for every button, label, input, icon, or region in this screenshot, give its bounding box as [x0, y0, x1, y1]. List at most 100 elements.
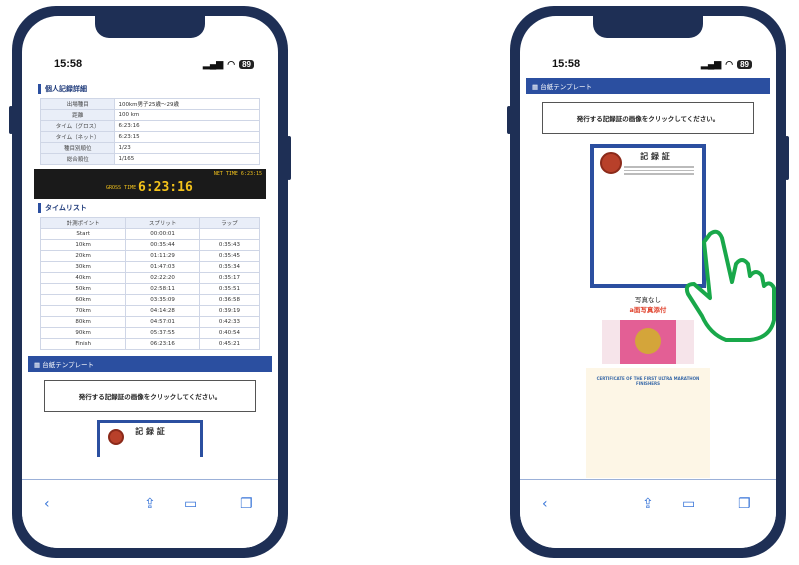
lap-row: 20km 01:11:29 0:35:45 [39, 250, 261, 262]
lap-cell: 0:39:19 [198, 305, 261, 317]
phone-right: 15:58 ▂▄▆ ◠ 89 ▦ 台紙テンプレート 発行する記録証の画像をクリッ… [507, 6, 789, 558]
screen-left: 15:58 ▂▄▆ ◠ 89 個人記録詳細 出場種目 100km男子25歳〜29歳… [22, 16, 278, 548]
net-time: NET TIME 6:23:15 [213, 171, 262, 177]
lap-cell: 90km [39, 327, 127, 339]
certificate-option-finishers[interactable]: CERTIFICATE OF THE FIRST ULTRA MARATHON … [586, 368, 710, 478]
detail-key: タイム（グロス） [39, 120, 116, 132]
template-bar: ▦ 台紙テンプレート [526, 78, 770, 94]
lap-cell: 0:35:34 [198, 261, 261, 273]
lap-cell: 0:35:17 [198, 272, 261, 284]
stamp-icon [108, 429, 124, 445]
detail-value: 6:23:16 [114, 120, 260, 132]
lap-row: 70km 04:14:28 0:39:19 [39, 305, 261, 317]
lap-row: 60km 03:35:09 0:36:58 [39, 294, 261, 306]
template-bar-label: 台紙テンプレート [540, 83, 593, 91]
detail-key: 種目別順位 [39, 142, 116, 154]
lap-cell: 10km [39, 239, 127, 251]
signal-icon: ▂▄▆ [203, 58, 224, 69]
share-icon[interactable]: ⇪ [144, 496, 156, 512]
lap-row: 40km 02:22:20 0:35:17 [39, 272, 261, 284]
lap-cell: 0:42:33 [198, 316, 261, 328]
detail-key: タイム（ネット） [39, 131, 116, 143]
lap-table: 計測ポイント スプリット ラップ Start 00:00:01 10km 00:35:… [39, 217, 261, 350]
lap-cell: 03:35:09 [125, 294, 200, 306]
bookmarks-icon[interactable]: ▭ [184, 496, 197, 512]
detail-key: 出場種目 [39, 98, 116, 110]
lap-cell: 01:11:29 [125, 250, 200, 262]
instruction-box: 発行する記録証の画像をクリックしてください。 [542, 102, 754, 134]
status-icons: ▂▄▆ ◠ 89 [701, 59, 752, 70]
timer-display: NET TIME 6:23:15 GROSS TIME 6:23:16 [34, 169, 266, 199]
lap-cell: 01:47:03 [125, 261, 200, 273]
detail-title: 個人記録詳細 [38, 84, 262, 94]
lap-cell: 20km [39, 250, 127, 262]
clock: 15:58 [54, 58, 83, 70]
battery-icon: 89 [737, 59, 752, 69]
timelist-title: タイムリスト [38, 203, 262, 213]
detail-value: 6:23:15 [114, 131, 260, 143]
detail-value: 100 km [114, 109, 260, 121]
lap-cell: 04:14:28 [125, 305, 200, 317]
lap-cell: 0:45:21 [198, 338, 261, 350]
lap-cell: 04:57:01 [125, 316, 200, 328]
tabs-icon[interactable]: ❐ [738, 496, 751, 512]
detail-key: 距離 [39, 109, 116, 121]
lap-row: Finish 06:23:16 0:45:21 [39, 338, 261, 350]
page-content[interactable]: 個人記録詳細 出場種目 100km男子25歳〜29歳 距離 100 km タイム（グロス… [28, 80, 272, 480]
detail-row: タイム（グロス） 6:23:16 [39, 120, 260, 132]
lap-header: ラップ [198, 217, 261, 229]
lap-cell: 80km [39, 316, 127, 328]
lap-cell: Finish [39, 338, 127, 350]
gross-time-value: 6:23:16 [138, 180, 193, 195]
status-bar: 15:58 ▂▄▆ ◠ 89 [552, 56, 752, 72]
status-icons: ▂▄▆ ◠ 89 [203, 59, 254, 70]
wifi-icon: ◠ [725, 58, 734, 69]
medal-icon [635, 328, 661, 354]
lap-row: 80km 04:57:01 0:42:33 [39, 316, 261, 328]
detail-row: 距離 100 km [39, 109, 260, 121]
lap-header: スプリット [125, 217, 200, 229]
back-icon[interactable]: ‹ [44, 496, 50, 512]
tabs-icon[interactable]: ❐ [240, 496, 253, 512]
phone-left: 15:58 ▂▄▆ ◠ 89 個人記録詳細 出場種目 100km男子25歳〜29歳… [9, 6, 291, 558]
detail-table: 出場種目 100km男子25歳〜29歳 距離 100 km タイム（グロス） 6:23:1… [39, 98, 260, 165]
lap-cell: Start [39, 228, 127, 240]
power-button [785, 136, 789, 180]
signal-icon: ▂▄▆ [701, 58, 722, 69]
stamp-icon [600, 152, 622, 174]
back-icon[interactable]: ‹ [542, 496, 548, 512]
bookmarks-icon[interactable]: ▭ [682, 496, 695, 512]
instruction-box: 発行する記録証の画像をクリックしてください。 [44, 380, 256, 412]
lap-row: 10km 00:35:44 0:35:43 [39, 239, 261, 251]
lap-cell: 05:37:55 [125, 327, 200, 339]
lap-row: 30km 01:47:03 0:35:34 [39, 261, 261, 273]
status-bar: 15:58 ▂▄▆ ◠ 89 [54, 56, 254, 72]
lap-cell: 30km [39, 261, 127, 273]
detail-value: 1/165 [114, 153, 260, 165]
detail-key: 総合順位 [39, 153, 116, 165]
certificate-text-lines [624, 164, 694, 177]
lap-cell: 0:35:51 [198, 283, 261, 295]
detail-row: 総合順位 1/165 [39, 153, 260, 165]
lap-cell: 00:35:44 [125, 239, 200, 251]
lap-cell: 70km [39, 305, 127, 317]
notch [593, 16, 703, 38]
battery-icon: 89 [239, 59, 254, 69]
lap-cell: 00:00:01 [125, 228, 200, 240]
lap-row: 90km 05:37:55 0:40:54 [39, 327, 261, 339]
certificate-thumbnail[interactable]: 記 録 証 [97, 420, 203, 457]
lap-cell: 50km [39, 283, 127, 295]
detail-value: 1/23 [114, 142, 260, 154]
lap-cell [198, 228, 261, 240]
notch [95, 16, 205, 38]
volume-button [9, 106, 13, 134]
tap-hand-icon [684, 229, 776, 342]
lap-cell: 40km [39, 272, 127, 284]
detail-row: タイム（ネット） 6:23:15 [39, 131, 260, 143]
template-bar: ▦ 台紙テンプレート [28, 356, 272, 372]
power-button [287, 136, 291, 180]
browser-toolbar: ‹ ⇪ ▭ ❐ [22, 479, 278, 548]
lap-row: 50km 02:58:11 0:35:51 [39, 283, 261, 295]
share-icon[interactable]: ⇪ [642, 496, 654, 512]
clock: 15:58 [552, 58, 581, 70]
